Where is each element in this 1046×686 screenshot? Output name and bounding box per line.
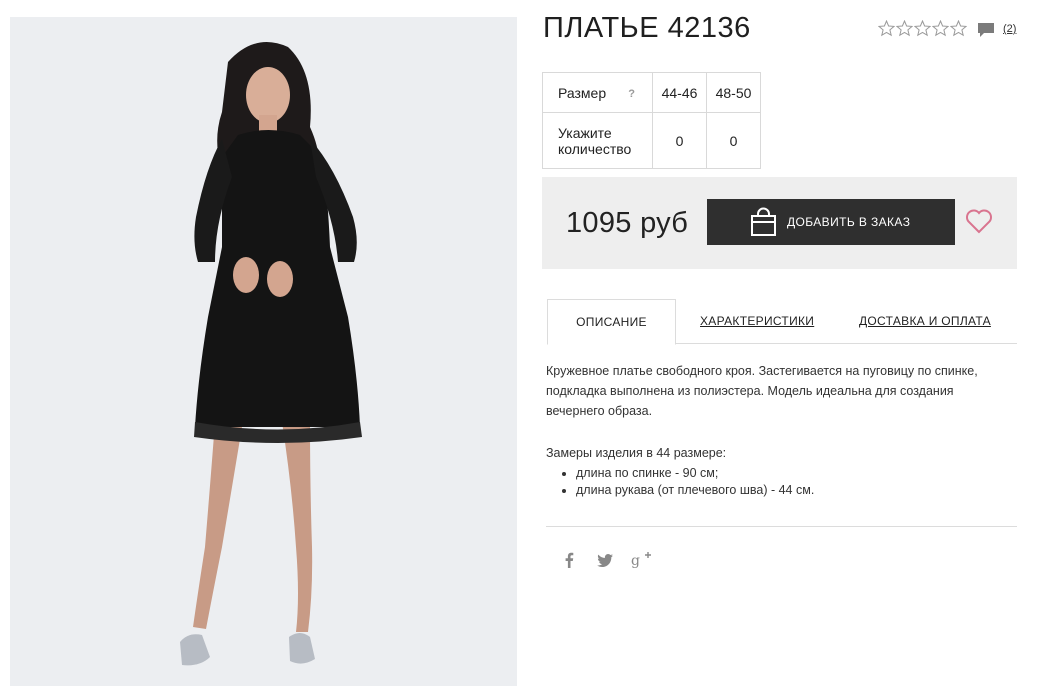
measures-block: Замеры изделия в 44 размере: длина по сп… — [546, 445, 1006, 499]
shopping-bag-icon — [750, 207, 777, 237]
size-option-48-50: 48-50 — [706, 72, 761, 113]
svg-text:g: g — [631, 553, 640, 568]
add-to-order-label: ДОБАВИТЬ В ЗАКАЗ — [787, 215, 911, 229]
heart-icon[interactable] — [965, 208, 993, 234]
size-header-label: Размер — [558, 84, 607, 101]
measure-item: длина по спинке - 90 см; — [576, 465, 1006, 482]
rating-stars[interactable] — [878, 20, 967, 37]
product-title: ПЛАТЬЕ 42136 — [543, 12, 751, 44]
product-photo-illustration — [180, 42, 362, 666]
comments-count-link[interactable]: (2) — [1003, 23, 1016, 35]
tab-description[interactable]: ОПИСАНИЕ — [547, 299, 676, 345]
tab-characteristics[interactable]: ХАРАКТЕРИСТИКИ — [700, 299, 814, 344]
twitter-icon[interactable] — [594, 551, 616, 569]
size-table: Размер ? 44-46 48-50 Укажите количество … — [542, 72, 761, 169]
comments-icon[interactable] — [977, 22, 995, 38]
divider — [546, 526, 1017, 527]
measure-item: длина рукава (от плечевого шва) - 44 см. — [576, 482, 1006, 499]
size-option-44-46: 44-46 — [652, 72, 707, 113]
measures-list: длина по спинке - 90 см; длина рукава (о… — [546, 465, 1006, 499]
google-plus-icon[interactable]: g — [630, 551, 652, 569]
measures-title: Замеры изделия в 44 размере: — [546, 446, 727, 460]
product-price: 1095 руб — [566, 207, 689, 239]
buy-panel: 1095 руб ДОБАВИТЬ В ЗАКАЗ — [542, 177, 1017, 269]
social-share: g — [558, 551, 652, 569]
description-text: Кружевное платье свободного кроя. Застег… — [546, 364, 978, 418]
star-icon[interactable] — [950, 20, 967, 37]
star-icon[interactable] — [914, 20, 931, 37]
size-header-cell: Размер ? — [542, 72, 653, 113]
add-to-order-button[interactable]: ДОБАВИТЬ В ЗАКАЗ — [707, 199, 955, 245]
product-photo[interactable] — [10, 17, 517, 686]
quantity-input-44-46[interactable]: 0 — [652, 112, 707, 169]
facebook-icon[interactable] — [558, 551, 580, 569]
star-icon[interactable] — [878, 20, 895, 37]
star-icon[interactable] — [932, 20, 949, 37]
quantity-input-48-50[interactable]: 0 — [706, 112, 761, 169]
star-icon[interactable] — [896, 20, 913, 37]
quantity-label: Укажите количество — [542, 112, 653, 169]
info-tabs: ОПИСАНИЕ ХАРАКТЕРИСТИКИ ДОСТАВКА И ОПЛАТ… — [547, 299, 1017, 345]
tab-delivery-payment[interactable]: ДОСТАВКА И ОПЛАТА — [859, 299, 991, 344]
size-help-icon[interactable]: ? — [628, 86, 635, 102]
